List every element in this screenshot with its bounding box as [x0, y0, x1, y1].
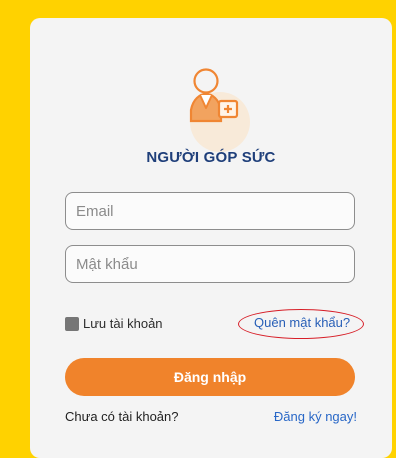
forgot-password-link[interactable]: Quên mật khẩu? — [254, 315, 350, 330]
forgot-password-highlight: Quên mật khẩu? — [238, 309, 368, 339]
avatar-head — [193, 68, 219, 94]
no-account-text: Chưa có tài khoản? — [65, 409, 179, 424]
remember-checkbox[interactable] — [65, 316, 79, 331]
remember-account[interactable]: Lưu tài khoản — [65, 316, 163, 331]
page-title: NGƯỜI GÓP SỨC — [146, 149, 276, 166]
add-user-icon — [176, 56, 264, 152]
login-button[interactable]: Đăng nhập — [65, 358, 355, 396]
login-card: NGƯỜI GÓP SỨC Lưu tài khoản Quên mật khẩ… — [30, 18, 392, 458]
register-link[interactable]: Đăng ký ngay! — [274, 409, 357, 424]
password-field[interactable] — [65, 245, 355, 283]
add-user-icon-svg — [189, 68, 250, 152]
email-field[interactable] — [65, 192, 355, 230]
remember-label: Lưu tài khoản — [83, 316, 163, 331]
